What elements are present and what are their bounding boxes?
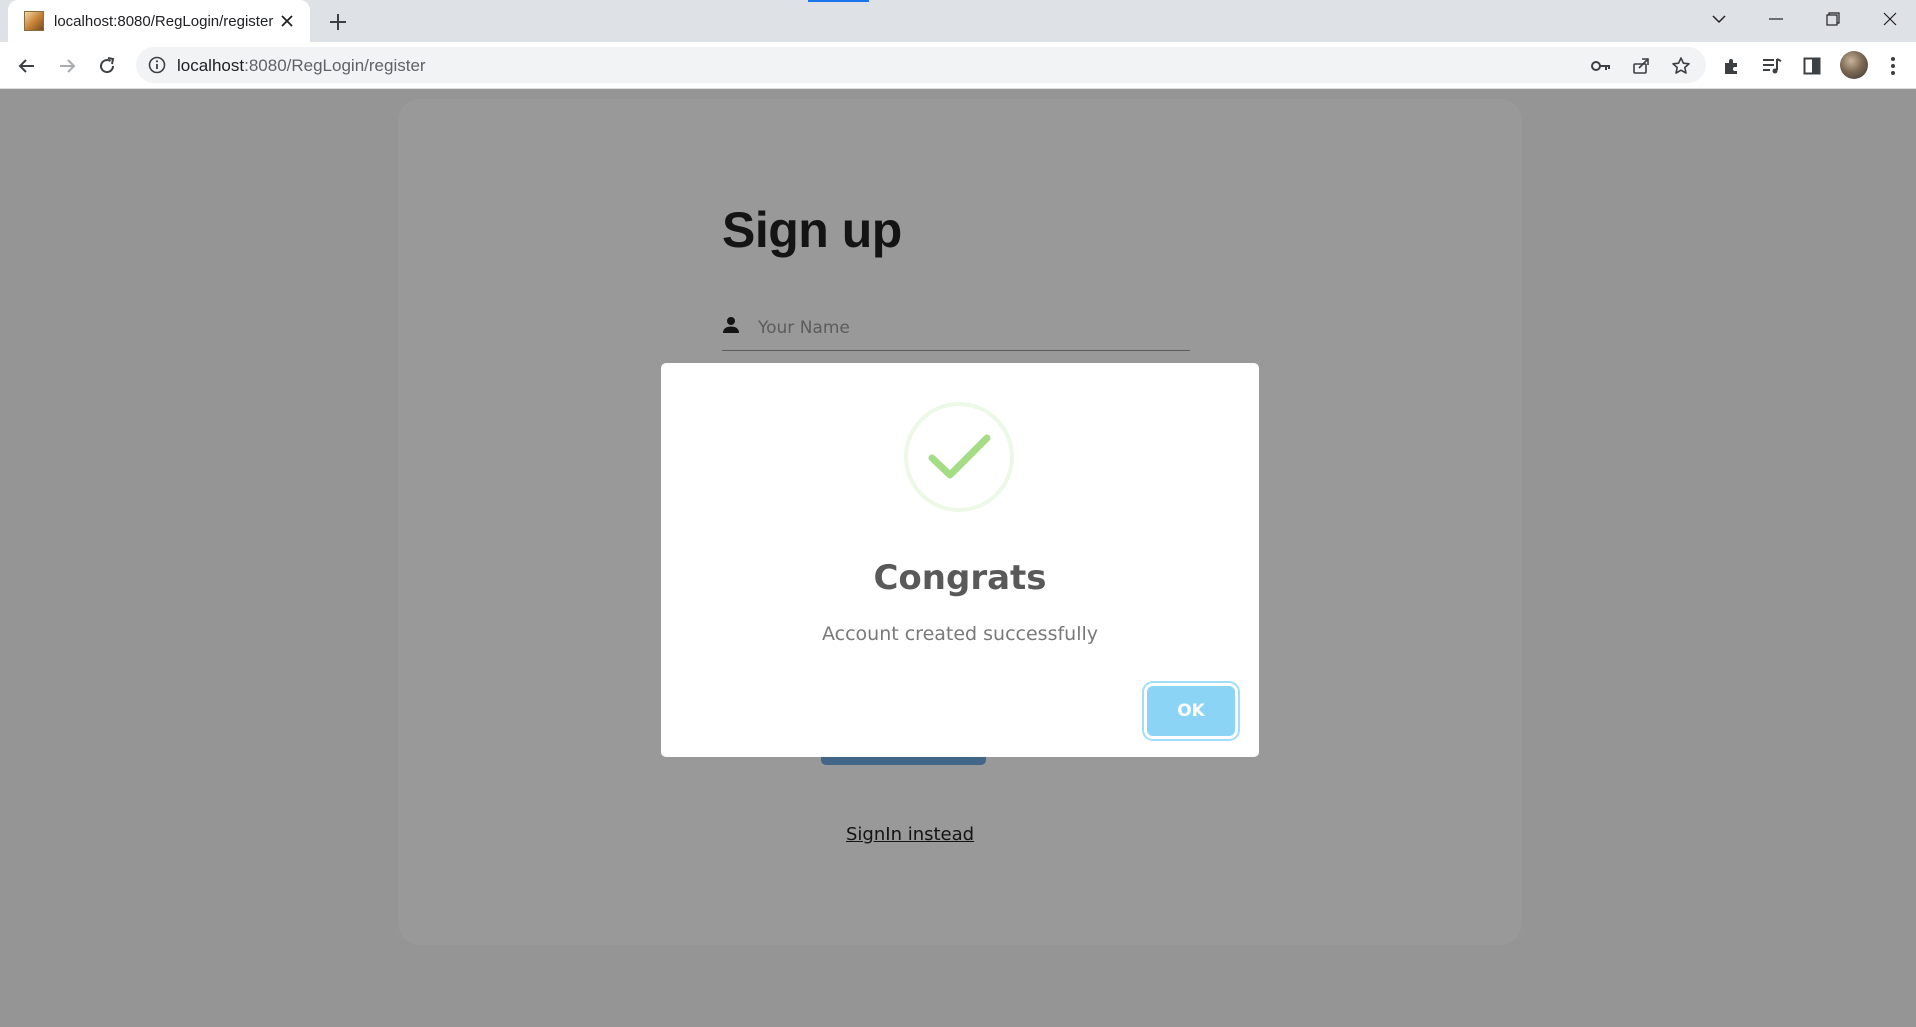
menu-kebab-icon[interactable] [1880, 53, 1906, 79]
tab-strip: localhost:8080/RegLogin/register [0, 0, 1916, 42]
bookmark-star-icon[interactable] [1670, 55, 1692, 77]
media-queue-icon[interactable] [1759, 53, 1785, 79]
back-button[interactable] [11, 50, 43, 82]
profile-avatar[interactable] [1840, 51, 1868, 79]
dialog-title: Congrats [873, 558, 1047, 598]
close-window-button[interactable] [1862, 0, 1916, 38]
ok-button[interactable]: OK [1147, 686, 1235, 736]
forward-button[interactable] [51, 50, 83, 82]
success-dialog: Congrats Account created successfully OK [661, 363, 1259, 757]
browser-tab-active[interactable]: localhost:8080/RegLogin/register [8, 0, 310, 42]
url-host: localhost [177, 56, 245, 75]
side-panel-icon[interactable] [1799, 53, 1825, 79]
url-path: :8080/RegLogin/register [244, 56, 426, 75]
success-check-icon [904, 402, 1014, 512]
close-tab-icon[interactable] [276, 10, 298, 32]
restore-button[interactable] [1805, 0, 1861, 38]
browser-toolbar: localhost:8080/RegLogin/register [0, 42, 1916, 89]
favicon-icon [24, 11, 44, 31]
tab-search-chevron-icon[interactable] [1691, 0, 1747, 38]
page-viewport: Sign up SignIn instead Congrats Account … [0, 89, 1916, 1027]
reload-button[interactable] [91, 50, 123, 82]
url-text[interactable]: localhost:8080/RegLogin/register [177, 56, 426, 76]
minimize-button[interactable] [1748, 0, 1804, 38]
address-bar[interactable]: localhost:8080/RegLogin/register [136, 47, 1706, 83]
tab-strip-accent [808, 0, 869, 2]
site-info-icon[interactable] [148, 56, 166, 74]
tab-title: localhost:8080/RegLogin/register [54, 12, 274, 30]
extensions-puzzle-icon[interactable] [1719, 53, 1745, 79]
dialog-message: Account created successfully [821, 623, 1099, 645]
new-tab-button[interactable] [324, 8, 352, 36]
share-icon[interactable] [1630, 55, 1652, 77]
key-icon[interactable] [1590, 55, 1612, 77]
checkmark-icon [928, 434, 991, 479]
